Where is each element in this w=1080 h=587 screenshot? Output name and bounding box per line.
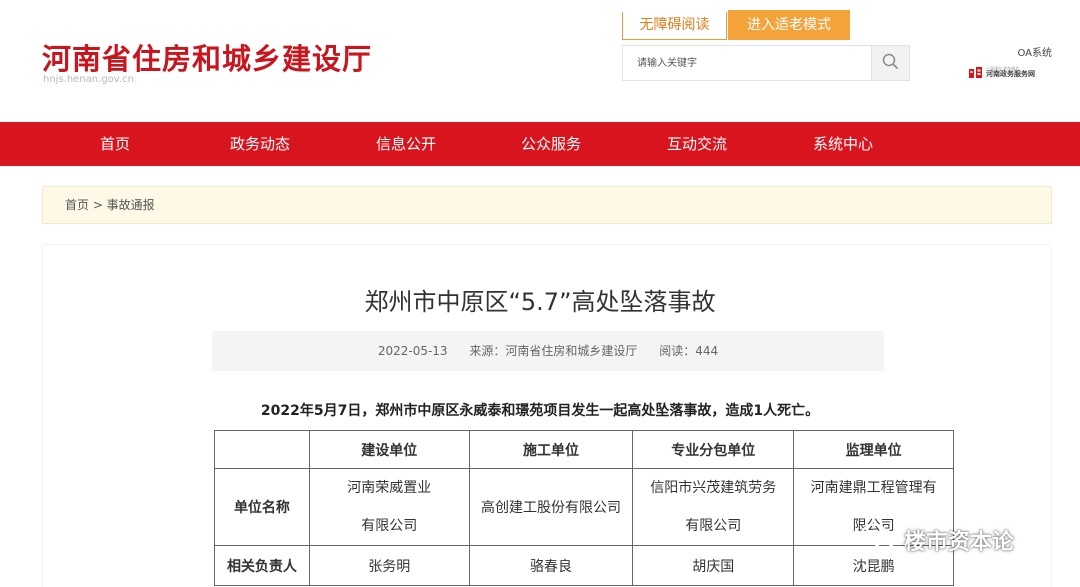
search-button[interactable] (871, 46, 909, 80)
article-lead: 2022年5月7日，郑州市中原区永威泰和璟苑项目发生一起高处坠落事故，造成1人死… (260, 403, 820, 419)
cell-line: 有限公司 (361, 518, 418, 534)
page: 河南省住房和城乡建设厅 hnjs.henan.gov.cn 无障碍阅读 进入适老… (0, 0, 1080, 587)
table-cell: 河南荣威置业 有限公司 (308, 468, 470, 546)
cell-line: 河南建鼎工程管理有 (810, 480, 937, 496)
search-box (622, 45, 910, 81)
row-label-responsible-person: 相关负责人 (214, 545, 310, 586)
table-row: 单位名称 河南荣威置业 有限公司 高创建工股份有限公司 信阳市兴茂建筑劳务 有限… (214, 468, 954, 546)
nav-item-interaction[interactable]: 互动交流 (652, 122, 742, 166)
wechat-icon (860, 522, 898, 558)
accident-info-table: 建设单位 施工单位 专业分包单位 监理单位 单位名称 河南荣威置业 有限公司 高… (214, 430, 954, 586)
cell-line: 有限公司 (685, 518, 742, 534)
table-header-blank (214, 430, 310, 469)
table-cell: 信阳市兴茂建筑劳务 有限公司 (632, 468, 795, 546)
row-label-unit-name: 单位名称 (214, 468, 310, 546)
nav-item-news[interactable]: 政务动态 (215, 122, 305, 166)
elder-mode-button[interactable]: 进入适老模式 (728, 10, 850, 40)
nav-item-public-service[interactable]: 公众服务 (506, 122, 596, 166)
cell-line: 河南荣威置业 (347, 480, 432, 496)
watermark: 楼市资本论 (860, 520, 1014, 560)
gov-service-label: 河南政务服务网 (986, 69, 1035, 78)
table-cell: 张务明 (308, 545, 470, 586)
gov-service-link[interactable]: 一网通办 政务服务 河南政务服务网 (968, 64, 1035, 80)
table-header-subcontractor: 专业分包单位 (632, 430, 795, 469)
search-input[interactable] (623, 46, 873, 80)
site-domain: hnjs.henan.gov.cn (43, 74, 134, 85)
breadcrumb[interactable]: 首页 > 事故通报 (42, 186, 1052, 224)
table-cell: 骆春良 (468, 545, 634, 586)
site-title[interactable]: 河南省住房和城乡建设厅 (42, 36, 372, 78)
main-nav: 首页 政务动态 信息公开 公众服务 互动交流 系统中心 (0, 122, 1080, 166)
nav-item-system[interactable]: 系统中心 (798, 122, 888, 166)
table-header-supervisor: 监理单位 (793, 430, 954, 469)
nav-item-home[interactable]: 首页 (70, 122, 160, 166)
table-header-contractor: 施工单位 (468, 430, 634, 469)
table-row: 相关负责人 张务明 骆春良 胡庆国 沈昆鹏 (214, 545, 954, 586)
watermark-text: 楼市资本论 (904, 530, 1015, 555)
article-meta: 2022-05-13 来源：河南省住房和城乡建设厅 阅读：444 (212, 331, 884, 371)
table-header-row: 建设单位 施工单位 专业分包单位 监理单位 (214, 430, 954, 469)
cell-line: 信阳市兴茂建筑劳务 (650, 480, 777, 496)
accessibility-reading-button[interactable]: 无障碍阅读 (622, 12, 727, 40)
table-cell: 胡庆国 (632, 545, 795, 586)
search-icon (882, 53, 899, 74)
table-header-developer: 建设单位 (308, 430, 470, 469)
nav-item-disclosure[interactable]: 信息公开 (361, 122, 451, 166)
oa-system-link[interactable]: OA系统 (1017, 44, 1052, 59)
cell-line: 高创建工股份有限公司 (481, 500, 622, 516)
article-date: 2022-05-13 (377, 344, 448, 358)
table-cell: 高创建工股份有限公司 (468, 468, 634, 546)
gov-service-logo-icon (968, 64, 983, 80)
article-source: 来源：河南省住房和城乡建设厅 (469, 344, 638, 358)
article-views: 阅读：444 (659, 344, 719, 358)
article-title: 郑州市中原区“5.7”高处坠落事故 (364, 288, 716, 316)
